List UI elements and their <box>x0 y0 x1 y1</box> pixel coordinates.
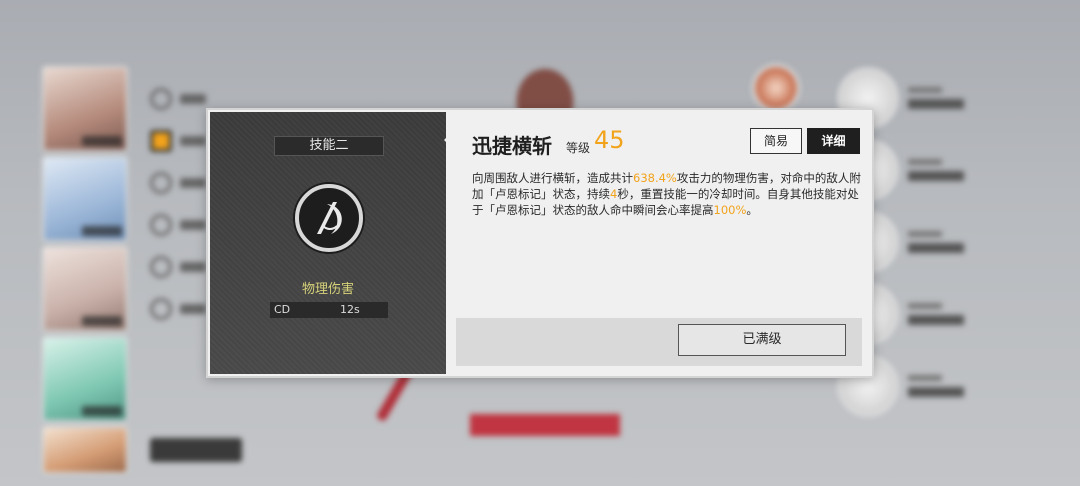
side-menu <box>150 78 206 330</box>
crescent-slash-icon <box>295 184 363 252</box>
menu-row <box>150 246 206 288</box>
tab-detail[interactable]: 详细 <box>807 128 860 154</box>
roster-card <box>42 66 128 152</box>
character-roster <box>42 66 128 478</box>
damage-type-label: 物理伤害 <box>301 282 354 297</box>
menu-row <box>150 288 206 330</box>
roster-card <box>42 246 128 332</box>
description-highlight: 100% <box>713 203 747 217</box>
menu-row <box>150 204 206 246</box>
level-value: 45 <box>594 126 625 154</box>
cooldown-label: CD <box>274 303 291 316</box>
menu-row <box>150 78 206 120</box>
max-level-button[interactable]: 已满级 <box>678 324 846 356</box>
roster-card <box>42 336 128 422</box>
skill-summary-panel: 技能二 物理伤害 CD 12s <box>210 112 446 374</box>
level-label: 等级 <box>566 141 591 155</box>
skill-description: 向周围敌人进行横斩，造成共计638.4%攻击力的物理伤害，对命中的敌人附加「卢恩… <box>472 170 862 218</box>
skill-slot-label: 技能二 <box>274 136 384 156</box>
description-text: 。 <box>746 203 758 217</box>
skill-detail-modal: 技能二 物理伤害 CD 12s 迅捷横斩 等级 45 简易 详细 向周围敌人进行… <box>206 108 874 378</box>
tab-simple[interactable]: 简易 <box>750 128 802 154</box>
menu-bottom-button <box>150 438 242 462</box>
menu-row <box>150 120 206 162</box>
menu-row <box>150 162 206 204</box>
skill-title: 迅捷横斩 <box>472 134 552 158</box>
cooldown-bar: CD 12s <box>270 302 388 318</box>
upgrade-footer: 已满级 <box>456 318 862 366</box>
roster-card <box>42 156 128 242</box>
avatar <box>752 64 800 112</box>
roster-card <box>42 426 128 474</box>
skill-info-panel: 迅捷横斩 等级 45 简易 详细 向周围敌人进行横斩，造成共计638.4%攻击力… <box>448 110 872 376</box>
cooldown-value: 12s <box>340 303 360 316</box>
description-text: 向周围敌人进行横斩，造成共计 <box>472 171 633 185</box>
description-highlight: 638.4% <box>633 171 677 185</box>
